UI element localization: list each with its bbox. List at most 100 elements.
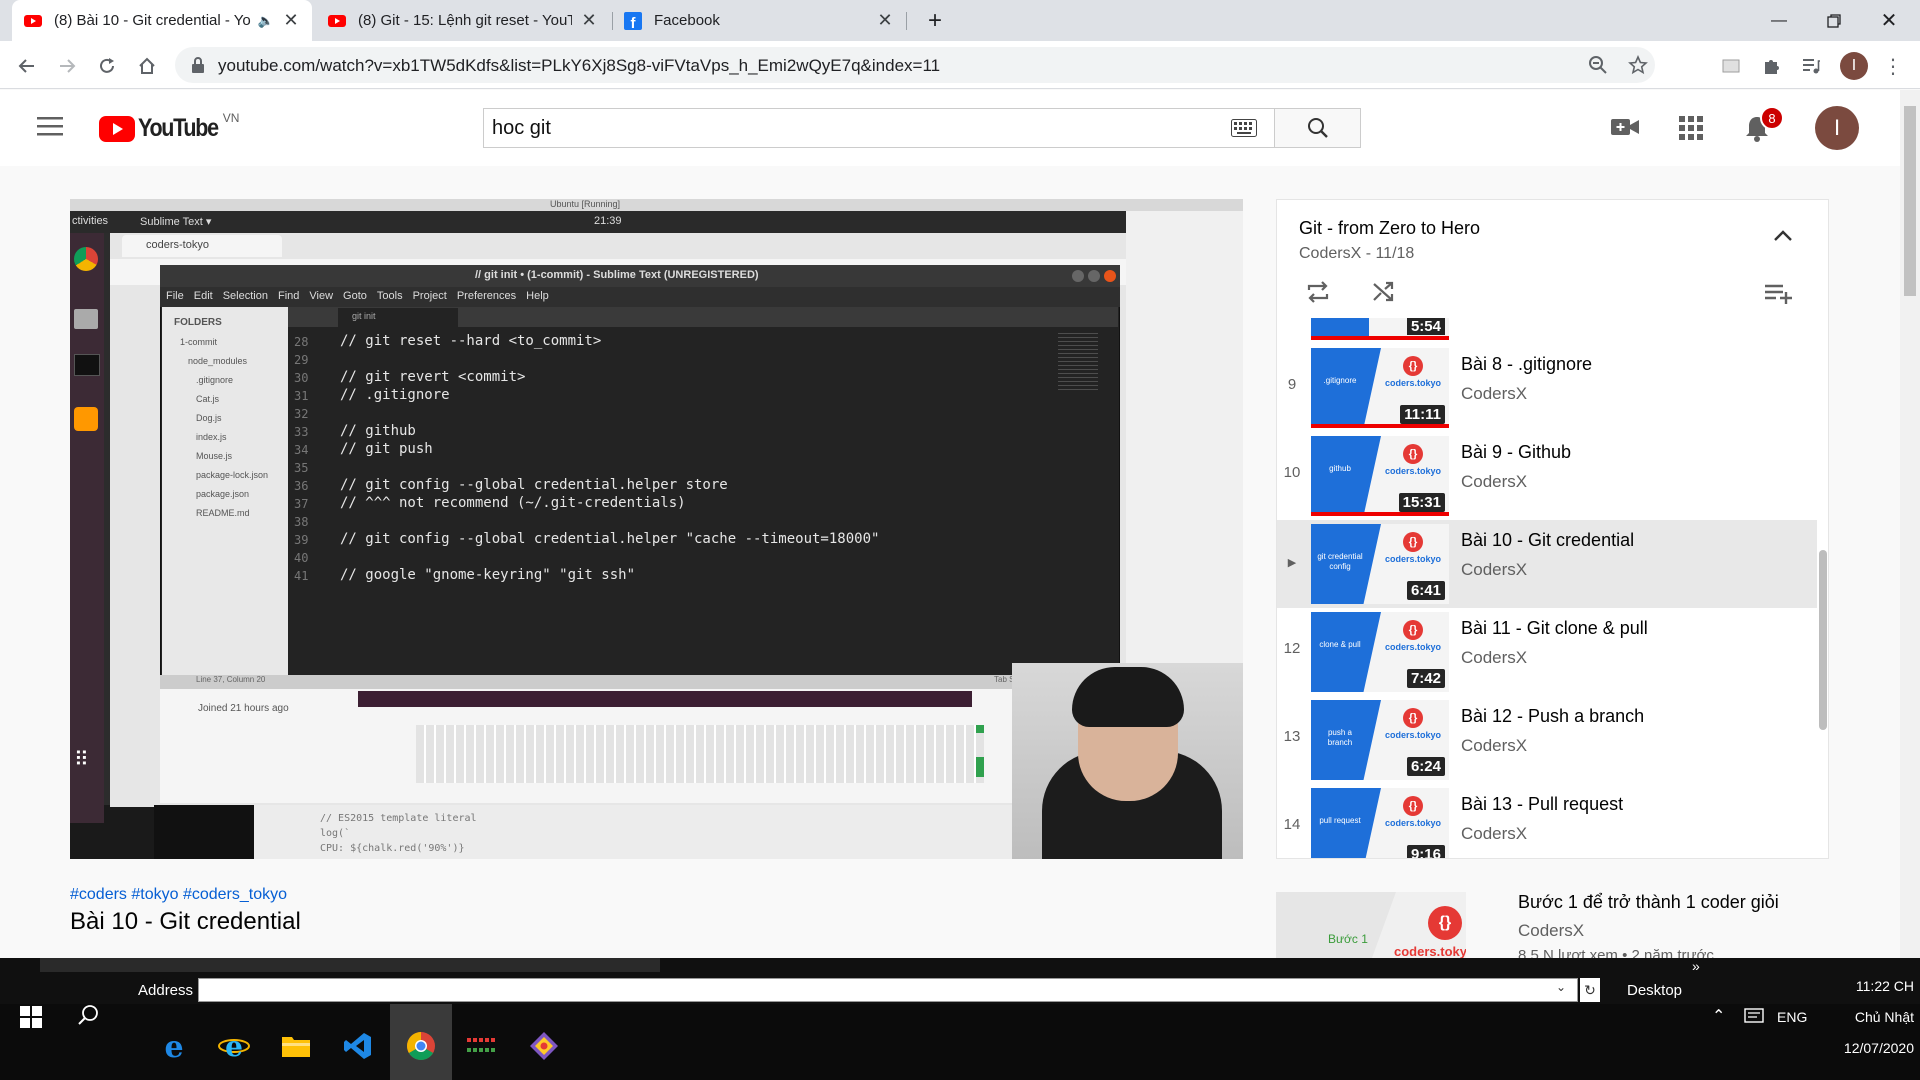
playlist-item[interactable]: 13 push a branch {} coders.tokyo 6:24 Bài… bbox=[1277, 696, 1817, 784]
keyboard-icon[interactable] bbox=[1231, 119, 1257, 137]
url-text[interactable]: youtube.com/watch?v=xb1TW5dKdfs&list=PLk… bbox=[218, 56, 940, 76]
omnibox[interactable]: youtube.com/watch?v=xb1TW5dKdfs&list=PLk… bbox=[175, 47, 1655, 83]
playlist-item-current[interactable]: ▶ git credential config {} coders.tokyo 6… bbox=[1277, 520, 1817, 608]
video-player[interactable]: Ubuntu [Running] ctivities Sublime Text … bbox=[70, 199, 1243, 859]
notification-count-badge: 8 bbox=[1760, 106, 1784, 130]
extension-icon[interactable] bbox=[1718, 53, 1744, 79]
playlist-scrollbar-thumb[interactable] bbox=[1819, 550, 1827, 730]
youtube-logo[interactable]: YouTube VN bbox=[99, 111, 239, 143]
windows-start-icon[interactable] bbox=[20, 1006, 42, 1028]
chrome-icon[interactable] bbox=[403, 1028, 439, 1064]
playlist-item-title[interactable]: Bài 12 - Push a branch bbox=[1461, 706, 1644, 727]
tab-bai-10[interactable]: (8) Bài 10 - Git credential - Yo 🔈 ✕ bbox=[12, 0, 312, 41]
home-button[interactable] bbox=[134, 53, 160, 79]
forward-button[interactable] bbox=[54, 53, 80, 79]
video-thumbnail[interactable]: clone & pull {} coders.tokyo 7:42 bbox=[1311, 612, 1449, 692]
edge-legacy-icon[interactable]: e bbox=[156, 1028, 192, 1064]
thumb-label: clone & pull bbox=[1319, 640, 1361, 649]
collapse-playlist-icon[interactable] bbox=[1773, 230, 1793, 242]
menu-item: Find bbox=[277, 290, 300, 302]
playlist-items: 9 .gitignore {} coders.tokyo 11:11 Bài 8 … bbox=[1277, 344, 1817, 858]
playlist-item-title[interactable]: Bài 8 - .gitignore bbox=[1461, 354, 1592, 375]
partial-playlist-thumbnail[interactable]: 5:54 bbox=[1311, 318, 1449, 340]
tab-git-reset[interactable]: (8) Git - 15: Lệnh git reset - YouTu ✕ bbox=[316, 0, 610, 41]
taskbar-search-icon[interactable] bbox=[78, 1004, 100, 1026]
loop-playlist-icon[interactable] bbox=[1305, 280, 1331, 304]
clock-time[interactable]: 11:22 CH bbox=[1828, 978, 1914, 994]
playlist-item[interactable]: 9 .gitignore {} coders.tokyo 11:11 Bài 8 … bbox=[1277, 344, 1817, 432]
page-scrollbar-thumb[interactable] bbox=[1904, 106, 1916, 296]
close-tab-icon[interactable]: ✕ bbox=[580, 10, 598, 30]
terminal-app-icon[interactable] bbox=[464, 1028, 500, 1064]
search-button[interactable] bbox=[1274, 108, 1361, 148]
video-thumbnail[interactable]: .gitignore {} coders.tokyo 11:11 bbox=[1311, 348, 1449, 428]
recommended-thumbnail[interactable]: Bước 1 {} coders.tokyo bbox=[1276, 892, 1466, 958]
braces-logo-icon: {} bbox=[1403, 444, 1423, 464]
create-video-icon[interactable] bbox=[1611, 117, 1639, 137]
clock-date[interactable]: 12/07/2020 bbox=[1818, 1040, 1914, 1056]
thumb-blue-panel bbox=[1311, 348, 1381, 428]
internet-explorer-icon[interactable]: e bbox=[216, 1028, 252, 1064]
tab-facebook[interactable]: f Facebook ✕ bbox=[612, 0, 906, 41]
video-thumbnail[interactable]: push a branch {} coders.tokyo 6:24 bbox=[1311, 700, 1449, 780]
menu-item: View bbox=[309, 290, 334, 302]
toolbar-overflow-icon[interactable]: » bbox=[1692, 958, 1700, 974]
save-playlist-icon[interactable] bbox=[1763, 282, 1793, 304]
address-dropdown-icon[interactable]: ⌄ bbox=[1556, 980, 1566, 994]
new-tab-button[interactable]: + bbox=[912, 0, 958, 41]
line-number: 31 bbox=[294, 389, 309, 403]
taskbar-address-input[interactable] bbox=[198, 978, 1578, 1002]
playlist-item-title[interactable]: Bài 9 - Github bbox=[1461, 442, 1571, 463]
tray-chevron-icon[interactable]: ⌃ bbox=[1712, 1006, 1725, 1026]
close-tab-icon[interactable]: ✕ bbox=[282, 10, 300, 30]
recommended-title[interactable]: Bước 1 để trở thành 1 coder giỏi bbox=[1518, 892, 1779, 913]
line-number: 38 bbox=[294, 515, 309, 529]
speaker-icon[interactable]: 🔈 bbox=[258, 13, 274, 29]
maximize-button[interactable] bbox=[1811, 0, 1857, 41]
address-refresh-icon[interactable]: ↻ bbox=[1580, 978, 1600, 1002]
hamburger-menu-icon[interactable] bbox=[37, 116, 63, 136]
minimize-button[interactable]: — bbox=[1756, 0, 1802, 41]
star-icon[interactable] bbox=[1628, 55, 1648, 75]
back-button[interactable] bbox=[14, 53, 40, 79]
media-control-icon[interactable] bbox=[1798, 53, 1824, 79]
file-item: index.js bbox=[196, 432, 227, 442]
account-avatar[interactable]: I bbox=[1815, 106, 1859, 150]
playlist-item-channel: CodersX bbox=[1461, 384, 1528, 403]
playlist-title[interactable]: Git - from Zero to Hero bbox=[1299, 218, 1480, 239]
puzzle-icon[interactable] bbox=[1758, 53, 1784, 79]
close-tab-icon[interactable]: ✕ bbox=[876, 10, 894, 30]
git-extensions-icon[interactable] bbox=[526, 1028, 562, 1064]
language-indicator[interactable]: ENG bbox=[1777, 1009, 1807, 1025]
duration-badge: 5:54 bbox=[1406, 318, 1445, 335]
playlist-item-title[interactable]: Bài 11 - Git clone & pull bbox=[1461, 618, 1648, 639]
playlist-item[interactable]: 14 pull request {} coders.tokyo 9:16 Bài … bbox=[1277, 784, 1817, 858]
playlist-item-title[interactable]: Bài 13 - Pull request bbox=[1461, 794, 1623, 815]
video-thumbnail[interactable]: git credential config {} coders.tokyo 6:4… bbox=[1311, 524, 1449, 604]
vscode-icon[interactable] bbox=[340, 1028, 376, 1064]
video-hashtags[interactable]: #coders #tokyo #coders_tokyo bbox=[70, 886, 287, 904]
horizontal-scrollbar[interactable] bbox=[40, 958, 660, 972]
reload-button[interactable] bbox=[94, 53, 120, 79]
playlist-item[interactable]: 10 github {} coders.tokyo 15:31 Bài 9 - G… bbox=[1277, 432, 1817, 520]
shuffle-playlist-icon[interactable] bbox=[1371, 280, 1397, 304]
playlist-item[interactable]: 12 clone & pull {} coders.tokyo 7:42 Bài … bbox=[1277, 608, 1817, 696]
file-item: Cat.js bbox=[196, 394, 220, 404]
playlist-item-title[interactable]: Bài 10 - Git credential bbox=[1461, 530, 1634, 551]
clock-day[interactable]: Chủ Nhật bbox=[1818, 1009, 1914, 1025]
video-thumbnail[interactable]: pull request {} coders.tokyo 9:16 bbox=[1311, 788, 1449, 858]
profile-avatar[interactable]: I bbox=[1840, 52, 1868, 80]
apps-grid-icon[interactable] bbox=[1679, 116, 1703, 140]
file-explorer-icon[interactable] bbox=[278, 1028, 314, 1064]
vm-title: Ubuntu [Running] bbox=[550, 199, 621, 209]
notification-center-icon[interactable] bbox=[1744, 1008, 1764, 1026]
code-line: // ^^^ not recommend (~/.git-credentials… bbox=[340, 495, 686, 511]
video-thumbnail[interactable]: github {} coders.tokyo 15:31 bbox=[1311, 436, 1449, 516]
facebook-favicon-icon: f bbox=[624, 11, 642, 30]
close-window-button[interactable]: ✕ bbox=[1866, 0, 1912, 41]
search-box[interactable] bbox=[483, 108, 1274, 148]
lock-icon[interactable] bbox=[191, 57, 205, 73]
chrome-menu-icon[interactable]: ⋮ bbox=[1880, 53, 1906, 79]
search-input[interactable] bbox=[492, 115, 1192, 141]
zoom-icon[interactable] bbox=[1588, 55, 1608, 75]
